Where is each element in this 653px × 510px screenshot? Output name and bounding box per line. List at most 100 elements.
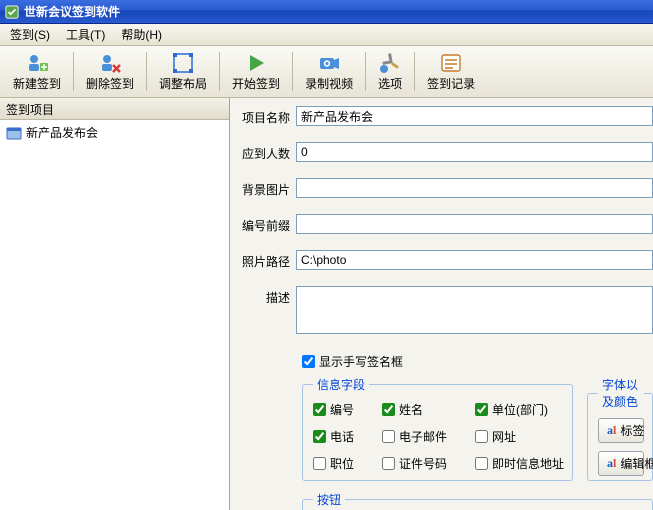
toolbar-label: 开始签到	[232, 75, 280, 92]
field-chk[interactable]: 证件号码	[382, 455, 447, 472]
input-prefix[interactable]	[296, 214, 653, 234]
field-checkbox[interactable]	[475, 403, 488, 416]
field-chk[interactable]: 电子邮件	[382, 428, 447, 445]
form-area: 项目名称 应到人数 背景图片 编号前缀 照片路径	[230, 98, 653, 510]
delete-checkin-icon	[98, 51, 122, 75]
play-icon	[244, 51, 268, 75]
group-row: 信息字段 编号 姓名 单位(部门) 电话 电子邮件 网址职位 证件号码 即时信息地址 字体以及…	[302, 376, 653, 481]
input-expected-count[interactable]	[296, 142, 653, 162]
row-bg-image: 背景图片	[240, 178, 653, 198]
field-chk[interactable]: 姓名	[382, 401, 447, 418]
field-checkbox[interactable]	[382, 430, 395, 443]
field-checkbox[interactable]	[313, 457, 326, 470]
label-expected-count: 应到人数	[240, 142, 296, 162]
sidebar-item-project[interactable]: 新产品发布会	[2, 122, 227, 143]
app-icon	[4, 4, 20, 20]
row-expected-count: 应到人数	[240, 142, 653, 162]
window-titlebar: 世新会议签到软件	[0, 0, 653, 24]
label-bg-image: 背景图片	[240, 178, 296, 198]
toolbar-separator	[219, 52, 220, 91]
layout-icon	[171, 51, 195, 75]
sidebar-item-label: 新产品发布会	[26, 124, 98, 141]
field-checkbox[interactable]	[382, 403, 395, 416]
toolbar-options[interactable]: 选项	[369, 48, 411, 95]
field-label: 证件号码	[399, 455, 447, 472]
field-chk[interactable]: 电话	[313, 428, 354, 445]
toolbar-new-checkin[interactable]: 新建签到	[4, 48, 70, 95]
field-checkbox[interactable]	[313, 430, 326, 443]
toolbar-checkin-record[interactable]: 签到记录	[418, 48, 484, 95]
legend-fields: 信息字段	[313, 376, 369, 393]
options-icon	[378, 51, 402, 75]
toolbar-label: 选项	[378, 75, 402, 92]
input-bg-image[interactable]	[296, 178, 653, 198]
field-label: 单位(部门)	[492, 401, 548, 418]
menu-checkin[interactable]: 签到(S)	[6, 24, 54, 45]
field-checkbox[interactable]	[475, 430, 488, 443]
button-edit-style[interactable]: al 编辑框	[598, 451, 644, 476]
sidebar: 签到项目 新产品发布会	[0, 98, 230, 510]
checkbox-show-sign-box[interactable]	[302, 355, 315, 368]
label-project-name: 项目名称	[240, 106, 296, 126]
sidebar-header: 签到项目	[0, 98, 229, 120]
new-checkin-icon	[25, 51, 49, 75]
project-icon	[6, 125, 22, 141]
toolbar-record-video[interactable]: 录制视频	[296, 48, 362, 95]
menu-help[interactable]: 帮助(H)	[117, 24, 166, 45]
field-chk[interactable]: 职位	[313, 455, 354, 472]
camera-icon	[317, 51, 341, 75]
input-description[interactable]	[296, 286, 653, 334]
font-a-icon: al	[607, 423, 616, 438]
button-label-text: 标签	[620, 422, 644, 439]
field-label: 即时信息地址	[492, 455, 564, 472]
toolbar-label: 签到记录	[427, 75, 475, 92]
label-photo-path: 照片路径	[240, 250, 296, 270]
toolbar-separator	[414, 52, 415, 91]
field-checkbox[interactable]	[475, 457, 488, 470]
toolbar-start-checkin[interactable]: 开始签到	[223, 48, 289, 95]
field-chk[interactable]: 网址	[475, 428, 564, 445]
toolbar-adjust-layout[interactable]: 调整布局	[150, 48, 216, 95]
field-chk[interactable]: 编号	[313, 401, 354, 418]
field-label: 职位	[330, 455, 354, 472]
row-description: 描述	[240, 286, 653, 337]
toolbar: 新建签到 删除签到 调整布局 开始签到 录制视频 选项	[0, 46, 653, 98]
font-a-icon: al	[607, 456, 616, 471]
legend-buttons: 按钮	[313, 491, 345, 508]
field-label: 电话	[330, 428, 354, 445]
sidebar-list: 新产品发布会	[0, 120, 229, 510]
window-title: 世新会议签到软件	[24, 3, 120, 20]
toolbar-separator	[146, 52, 147, 91]
field-chk[interactable]: 单位(部门)	[475, 401, 564, 418]
toolbar-label: 新建签到	[13, 75, 61, 92]
field-checkbox[interactable]	[382, 457, 395, 470]
input-project-name[interactable]	[296, 106, 653, 126]
group-buttons: 按钮	[302, 491, 653, 510]
group-fonts: 字体以及颜色 al 标签 al 编辑框	[587, 376, 653, 481]
toolbar-label: 删除签到	[86, 75, 134, 92]
toolbar-separator	[365, 52, 366, 91]
button-edit-text: 编辑框	[620, 455, 653, 472]
field-checkbox[interactable]	[313, 403, 326, 416]
row-photo-path: 照片路径	[240, 250, 653, 270]
field-label: 姓名	[399, 401, 423, 418]
field-label: 编号	[330, 401, 354, 418]
toolbar-label: 录制视频	[305, 75, 353, 92]
main-area: 签到项目 新产品发布会 项目名称 应到人数 背景图片	[0, 98, 653, 510]
group-fields: 信息字段 编号 姓名 单位(部门) 电话 电子邮件 网址职位 证件号码 即时信息地址	[302, 376, 573, 481]
record-icon	[439, 51, 463, 75]
input-photo-path[interactable]	[296, 250, 653, 270]
toolbar-label: 调整布局	[159, 75, 207, 92]
toolbar-separator	[73, 52, 74, 91]
field-chk[interactable]: 即时信息地址	[475, 455, 564, 472]
toolbar-separator	[292, 52, 293, 91]
menu-tools[interactable]: 工具(T)	[62, 24, 109, 45]
field-label: 电子邮件	[399, 428, 447, 445]
row-show-sign-box: 显示手写签名框	[302, 353, 653, 370]
group-buttons-wrapper: 按钮	[302, 491, 653, 510]
button-label-style[interactable]: al 标签	[598, 418, 644, 443]
label-show-sign-box: 显示手写签名框	[319, 353, 403, 370]
toolbar-delete-checkin[interactable]: 删除签到	[77, 48, 143, 95]
row-prefix: 编号前缀	[240, 214, 653, 234]
label-prefix: 编号前缀	[240, 214, 296, 234]
